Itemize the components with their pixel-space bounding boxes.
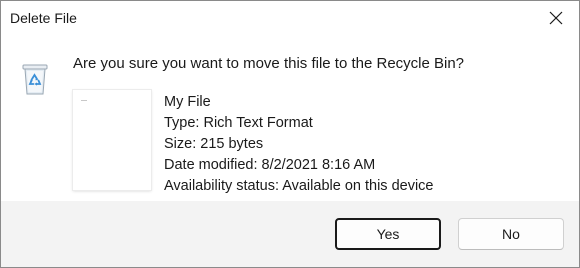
file-availability: Availability status: Available on this d… (164, 178, 434, 194)
thumbnail-mark (81, 100, 87, 101)
file-type: Type: Rich Text Format (164, 115, 313, 131)
no-button[interactable]: No (458, 218, 564, 250)
confirmation-question: Are you sure you want to move this file … (73, 55, 465, 72)
file-thumbnail (73, 90, 151, 190)
file-date-modified: Date modified: 8/2/2021 8:16 AM (164, 157, 376, 173)
file-name: My File (164, 94, 211, 110)
recycle-bin-icon (22, 64, 48, 95)
close-button[interactable] (539, 4, 573, 32)
window-title: Delete File (10, 10, 77, 26)
close-icon (549, 11, 563, 25)
title-bar[interactable]: Delete File (1, 1, 579, 35)
delete-file-dialog: Delete File Are you sure you want to mov… (0, 0, 580, 268)
dialog-body: Are you sure you want to move this file … (1, 36, 579, 201)
yes-button[interactable]: Yes (335, 218, 441, 250)
file-details: My File Type: Rich Text Format Size: 215… (164, 92, 433, 197)
file-size: Size: 215 bytes (164, 136, 264, 152)
button-bar: Yes No (1, 201, 579, 267)
